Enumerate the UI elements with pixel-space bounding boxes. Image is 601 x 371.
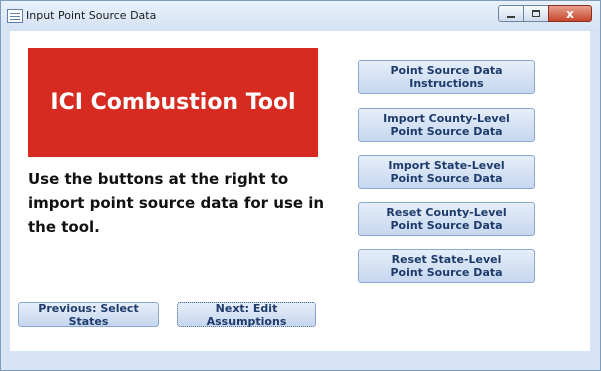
button-label: Import County-Level Point Source Data <box>383 112 510 138</box>
button-label: Reset State-Level Point Source Data <box>390 253 503 279</box>
button-label: Import State-Level Point Source Data <box>388 159 505 185</box>
maximize-button[interactable] <box>523 5 549 22</box>
next-label: Next: Edit Assumptions <box>206 301 287 328</box>
button-label: Reset County-Level Point Source Data <box>386 206 507 232</box>
import-county-button[interactable]: Import County-Level Point Source Data <box>358 108 535 142</box>
form-body: ICI Combustion Tool Use the buttons at t… <box>10 31 590 351</box>
maximize-icon <box>532 10 540 17</box>
banner-title: ICI Combustion Tool <box>50 90 296 115</box>
close-button[interactable]: x <box>548 5 592 22</box>
close-icon: x <box>566 6 574 21</box>
minimize-icon <box>507 15 515 18</box>
instruction-text: Use the buttons at the right to import p… <box>28 170 325 236</box>
form-icon <box>7 9 23 23</box>
reset-state-button[interactable]: Reset State-Level Point Source Data <box>358 249 535 283</box>
minimize-button[interactable] <box>498 5 524 22</box>
instructions-button[interactable]: Point Source Data Instructions <box>358 60 535 94</box>
caption-buttons: x <box>498 5 592 24</box>
previous-label: Previous: Select States <box>38 301 139 328</box>
window-title: Input Point Source Data <box>26 9 157 22</box>
title-bar[interactable]: Input Point Source Data x <box>1 1 600 31</box>
import-state-button[interactable]: Import State-Level Point Source Data <box>358 155 535 189</box>
status-bar <box>1 351 600 370</box>
title-banner: ICI Combustion Tool <box>28 48 318 157</box>
form-window: Input Point Source Data x ICI Combustion… <box>0 0 601 371</box>
button-label: Point Source Data Instructions <box>390 64 503 90</box>
reset-county-button[interactable]: Reset County-Level Point Source Data <box>358 202 535 236</box>
next-button[interactable]: Next: Edit Assumptions <box>177 301 316 328</box>
previous-button[interactable]: Previous: Select States <box>18 301 159 328</box>
